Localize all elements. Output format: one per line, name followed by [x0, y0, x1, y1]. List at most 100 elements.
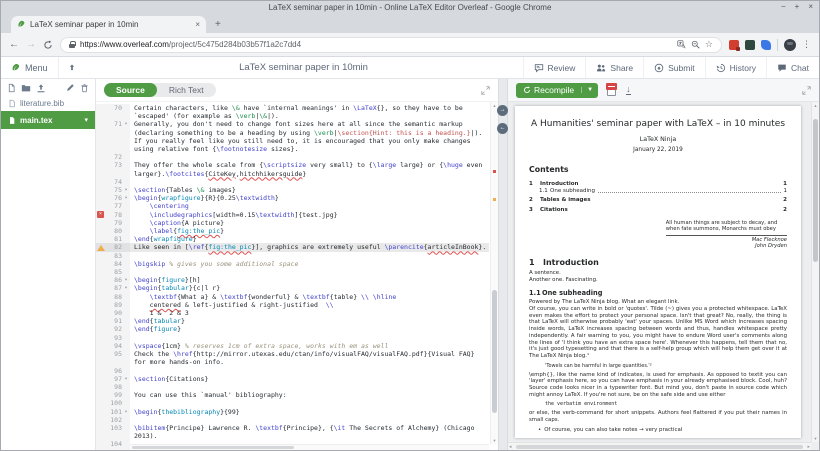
scrollbar-thumb[interactable] [492, 290, 497, 413]
code-line[interactable]: ×78 \includegraphics[width=0.15\textwidt… [96, 211, 489, 219]
zoom-icon[interactable] [691, 40, 700, 49]
back-to-projects-button[interactable] [59, 57, 85, 78]
tab-rich-text[interactable]: Rich Text [157, 83, 216, 97]
back-icon[interactable]: ← [9, 40, 19, 50]
translate-icon[interactable] [677, 40, 686, 49]
chevron-down-icon[interactable]: ▾ [84, 116, 88, 124]
code-line[interactable]: 83 [96, 252, 489, 260]
new-tab-button[interactable]: + [215, 20, 221, 30]
address-bar[interactable]: https://www.overleaf.com/project/5c475d2… [60, 37, 722, 53]
project-title: LaTeX seminar paper in 10min [85, 57, 523, 78]
code-line[interactable]: 82Like seen in [\ref{fig:the_pic}], grap… [96, 243, 489, 251]
delete-trash-icon[interactable] [80, 83, 89, 93]
code-line[interactable]: 75▾\section{Tables \& images} [96, 186, 489, 194]
share-button[interactable]: Share [585, 57, 643, 78]
review-button[interactable]: Review [523, 57, 586, 78]
maximize-button[interactable]: + [795, 2, 800, 11]
review-label: Review [548, 63, 576, 73]
code-line[interactable]: 97▾\section{Citations} [96, 375, 489, 383]
file-item-main-tex[interactable]: main.tex ▾ [1, 111, 95, 129]
compile-error-badge [606, 83, 617, 90]
code-line[interactable]: 70Certain characters, like \& have `inte… [96, 104, 489, 120]
editor-fullscreen-icon[interactable] [481, 86, 490, 95]
code-line[interactable]: 101▾\begin{thebibliography}{99} [96, 408, 489, 416]
pdf-scroll-down-icon[interactable]: ▼ [812, 436, 819, 441]
recompile-button[interactable]: Recompile ▼ [516, 83, 598, 98]
pdf-scroll-up-icon[interactable]: ▲ [812, 103, 819, 108]
close-button[interactable]: × [808, 2, 813, 11]
pdf-viewer[interactable]: A Humanities' seminar paper with LaTeX –… [508, 102, 819, 450]
code-line[interactable]: 88 \textbf{What a} & \textbf{wonderful} … [96, 293, 489, 301]
file-icon [8, 116, 16, 125]
file-item-literature-bib[interactable]: literature.bib [1, 96, 95, 111]
code-line[interactable]: 74 [96, 178, 489, 186]
code-line[interactable]: 96 [96, 367, 489, 375]
pdf-page: A Humanities' seminar paper with LaTeX –… [515, 106, 801, 438]
code-line[interactable]: 100 [96, 399, 489, 407]
new-folder-icon[interactable] [21, 83, 31, 93]
rename-pencil-icon[interactable] [66, 83, 75, 92]
chat-button[interactable]: Chat [766, 57, 819, 78]
pdf-scroll-left-icon[interactable]: ◂ [509, 444, 512, 450]
code-line[interactable]: 102 [96, 416, 489, 424]
code-line[interactable]: 72 [96, 153, 489, 161]
code-line[interactable]: 89 centered & left-justified & right-jus… [96, 301, 489, 309]
code-line[interactable]: 95Check the \href{http://mirror.utexas.e… [96, 350, 489, 366]
editor-hscrollbar[interactable] [130, 444, 489, 450]
code-editor[interactable]: 70Certain characters, like \& have `inte… [96, 102, 498, 450]
bookmark-star-icon[interactable]: ☆ [705, 39, 713, 50]
code-line[interactable]: 103\bibitem{Principe} Lawrence R. \textb… [96, 424, 489, 440]
expand-pdf-arrow-button[interactable]: → [497, 105, 508, 116]
code-line[interactable]: 79 \caption{A picture} [96, 219, 489, 227]
code-line[interactable]: 94\vspace{1cm} % reserves 1cm of extra s… [96, 342, 489, 350]
pdf-hscrollbar-thumb[interactable] [516, 445, 803, 449]
pdf-fullscreen-icon[interactable] [802, 86, 811, 95]
chat-bubble-icon [777, 63, 787, 73]
code-line[interactable]: 85 [96, 268, 489, 276]
history-button[interactable]: History [705, 57, 766, 78]
recompile-dropdown-icon[interactable]: ▼ [581, 87, 598, 93]
code-line[interactable]: 90 1 & 2 & 3 [96, 309, 489, 317]
code-line[interactable]: 98 [96, 383, 489, 391]
new-file-icon[interactable] [7, 83, 16, 93]
code-line[interactable]: 76▾\begin{wrapfigure}{R}{0.25\textwidth} [96, 194, 489, 202]
download-pdf-icon[interactable]: ↓ [626, 85, 631, 95]
browser-menu-icon[interactable]: ⋮ [802, 39, 811, 50]
submit-button[interactable]: Submit [643, 57, 704, 78]
menu-button[interactable]: Menu [1, 57, 59, 78]
code-line[interactable]: 99You can use this `manual' bibliography… [96, 391, 489, 399]
code-line[interactable]: 81\end{wrapfigure} [96, 235, 489, 243]
code-line[interactable]: 92\end{figure} [96, 325, 489, 333]
code-line[interactable]: 71▾Generally, you don't need to change f… [96, 120, 489, 153]
editor-scrollbar[interactable]: ▲ ▼ [490, 102, 498, 444]
code-line[interactable]: 77 \centering [96, 202, 489, 210]
extension-icon-1[interactable] [729, 40, 739, 50]
browser-tab[interactable]: LaTeX seminar paper in 10min × [11, 16, 206, 33]
extension-icon-3[interactable] [761, 40, 771, 50]
code-line[interactable]: 91\end{tabular} [96, 317, 489, 325]
code-line[interactable]: 73They offer the whole scale from {\scri… [96, 161, 489, 177]
code-line[interactable]: 93 [96, 334, 489, 342]
pane-divider[interactable]: → ← [498, 79, 508, 450]
bullet-marker: • [538, 427, 541, 433]
profile-avatar[interactable] [784, 39, 796, 51]
pdf-scroll-right-icon[interactable]: ▸ [807, 444, 810, 450]
code-line[interactable]: 86▾\begin{figure}[h] [96, 276, 489, 284]
pdf-scrollbar[interactable]: ▲ ▼ [811, 102, 819, 442]
minimize-button[interactable]: − [781, 2, 786, 11]
code-line[interactable]: 87▾\begin{tabular}{c|l r} [96, 284, 489, 292]
expand-editor-arrow-button[interactable]: ← [497, 123, 508, 134]
upload-file-icon[interactable] [36, 83, 46, 93]
code-line[interactable]: 84\bigskip % gives you some additional s… [96, 260, 489, 268]
hscrollbar-thumb[interactable] [132, 446, 294, 449]
tab-source[interactable]: Source [104, 83, 157, 97]
tab-close-icon[interactable]: × [195, 20, 200, 29]
extension-icon-2[interactable] [745, 40, 755, 50]
reload-icon[interactable] [43, 40, 53, 50]
logs-button[interactable] [606, 83, 618, 97]
scroll-down-icon[interactable]: ▼ [491, 438, 498, 443]
pdf-hscrollbar[interactable]: ◂ ▸ [508, 442, 811, 450]
code-line[interactable]: 80 \label{fig:the_pic} [96, 227, 489, 235]
pdf-scrollbar-thumb[interactable] [813, 119, 818, 262]
pdf-paragraph: or else, the verb-command for short snip… [529, 410, 787, 423]
